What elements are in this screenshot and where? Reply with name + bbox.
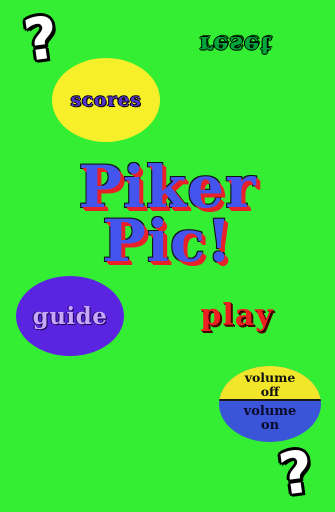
volume-on-label-line2: on	[260, 418, 280, 433]
volume-on-button[interactable]: volume on	[219, 405, 321, 432]
game-title-line-2: Pic!	[102, 207, 233, 275]
play-button[interactable]: play	[180, 296, 294, 336]
volume-off-label[interactable]: volume off	[219, 370, 321, 399]
reset-button[interactable]: reset	[182, 31, 290, 60]
volume-on-label-line1: volume	[243, 404, 297, 419]
scores-label: scores	[70, 89, 142, 111]
guide-button[interactable]: guide	[16, 276, 124, 356]
help-question-icon-bottom[interactable]: ?	[264, 437, 328, 509]
volume-off-label-line2: off	[260, 383, 280, 399]
volume-divider	[219, 399, 321, 401]
volume-toggle: volume off volume on	[219, 366, 321, 442]
guide-label: guide	[32, 302, 108, 330]
help-question-icon[interactable]: ?	[8, 3, 74, 75]
volume-off-label-line1: volume	[244, 370, 296, 385]
scores-button[interactable]: scores	[52, 58, 160, 142]
